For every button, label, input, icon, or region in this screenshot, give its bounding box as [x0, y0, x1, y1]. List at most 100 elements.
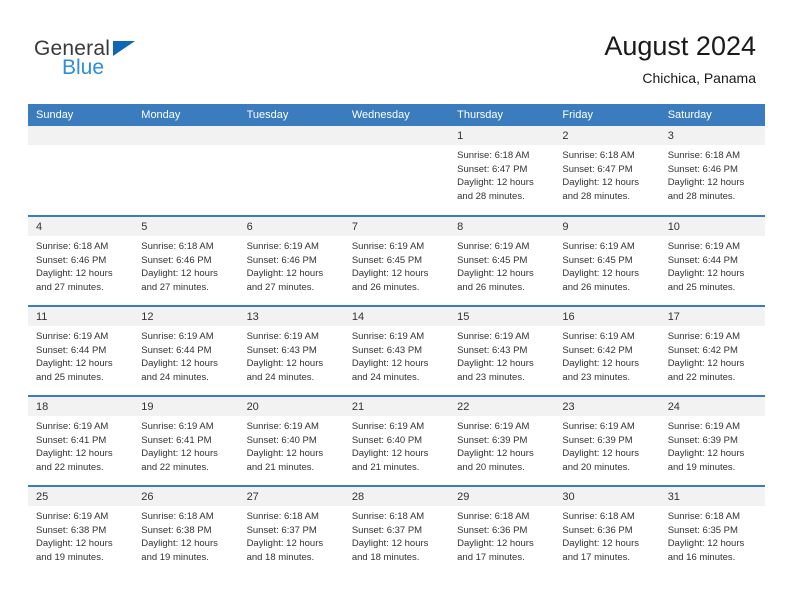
daylight-text-line1: Daylight: 12 hours	[562, 358, 639, 369]
sunset-text: Sunset: 6:41 PM	[36, 434, 107, 446]
daylight-text-line2: and 25 minutes.	[667, 281, 736, 293]
sunrise-text: Sunrise: 6:19 AM	[562, 421, 635, 432]
calendar-day-cell[interactable]: 7 Sunrise: 6:19 AM Sunset: 6:45 PM Daylight…	[343, 215, 450, 306]
calendar-day-cell[interactable]: 14 Sunrise: 6:19 AM Sunset: 6:43 PM Dayligh…	[343, 305, 450, 396]
calendar-day-cell[interactable]: 1 Sunrise: 6:18 AM Sunset: 6:47 PM Daylight…	[449, 126, 555, 216]
calendar-day-cell[interactable]: 20 Sunrise: 6:19 AM Sunset: 6:40 PM Dayligh…	[238, 395, 344, 486]
daylight-text-line1: Daylight: 12 hours	[667, 268, 745, 279]
day-cell-inner: 8 Sunrise: 6:19 AM Sunset: 6:45 PM Daylight…	[449, 217, 555, 305]
calendar-day-cell[interactable]: 28 Sunrise: 6:18 AM Sunset: 6:37 PM Dayligh…	[343, 485, 450, 576]
day-details: Sunrise: 6:19 AM Sunset: 6:45 PM Daylight:…	[554, 236, 659, 294]
day-number: 15	[449, 307, 555, 326]
daylight-text-line1: Daylight: 12 hours	[351, 448, 429, 459]
calendar-day-cell[interactable]: 24 Sunrise: 6:19 AM Sunset: 6:39 PM Dayligh…	[659, 395, 765, 486]
daylight-text-line2: and 22 minutes.	[667, 371, 736, 383]
sunset-text: Sunset: 6:39 PM	[667, 434, 738, 446]
sunrise-text: Sunrise: 6:18 AM	[457, 511, 530, 522]
day-number: 3	[659, 126, 765, 145]
calendar-day-cell[interactable]: 15 Sunrise: 6:19 AM Sunset: 6:43 PM Dayligh…	[449, 305, 555, 396]
day-number: 31	[659, 487, 765, 506]
sunrise-text: Sunrise: 6:19 AM	[351, 421, 425, 432]
weekday-header-thursday: Thursday	[449, 104, 555, 126]
calendar-day-cell[interactable]: 23 Sunrise: 6:19 AM Sunset: 6:39 PM Dayligh…	[554, 395, 660, 486]
calendar-day-cell[interactable]: 13 Sunrise: 6:19 AM Sunset: 6:43 PM Dayligh…	[238, 305, 344, 396]
calendar-day-cell[interactable]: 29 Sunrise: 6:18 AM Sunset: 6:36 PM Dayligh…	[449, 485, 555, 576]
daylight-text-line2: and 19 minutes.	[141, 551, 209, 563]
day-details: Sunrise: 6:18 AM Sunset: 6:46 PM Daylight:…	[28, 236, 133, 294]
calendar-day-cell[interactable]: 8 Sunrise: 6:19 AM Sunset: 6:45 PM Daylight…	[449, 215, 555, 306]
calendar-cell-empty	[28, 126, 134, 216]
daylight-text-line2: and 20 minutes.	[457, 461, 525, 473]
daylight-text-line2: and 22 minutes.	[36, 461, 104, 473]
day-details: Sunrise: 6:18 AM Sunset: 6:47 PM Daylight:…	[449, 145, 554, 203]
sunset-text: Sunset: 6:46 PM	[246, 254, 317, 266]
day-details: Sunrise: 6:18 AM Sunset: 6:36 PM Daylight:…	[554, 506, 659, 564]
day-details: Sunrise: 6:19 AM Sunset: 6:43 PM Daylight:…	[239, 326, 344, 384]
calendar-day-cell[interactable]: 10 Sunrise: 6:19 AM Sunset: 6:44 PM Dayligh…	[659, 215, 765, 306]
calendar-day-cell[interactable]: 19 Sunrise: 6:19 AM Sunset: 6:41 PM Dayligh…	[133, 395, 239, 486]
calendar-day-cell[interactable]: 12 Sunrise: 6:19 AM Sunset: 6:44 PM Dayligh…	[133, 305, 239, 396]
sunset-text: Sunset: 6:37 PM	[246, 524, 317, 536]
day-number	[133, 126, 239, 145]
calendar-header-row: Sunday Monday Tuesday Wednesday Thursday Frid…	[28, 104, 765, 126]
calendar-day-cell[interactable]: 2 Sunrise: 6:18 AM Sunset: 6:47 PM Daylight…	[554, 126, 660, 216]
day-cell-inner: 30 Sunrise: 6:18 AM Sunset: 6:36 PM Dayligh…	[554, 487, 660, 575]
daylight-text-line2: and 26 minutes.	[562, 281, 631, 293]
calendar-day-cell[interactable]: 21 Sunrise: 6:19 AM Sunset: 6:40 PM Dayligh…	[343, 395, 450, 486]
sunset-text: Sunset: 6:38 PM	[36, 524, 107, 536]
day-details: Sunrise: 6:19 AM Sunset: 6:40 PM Daylight:…	[239, 416, 344, 474]
daylight-text-line1: Daylight: 12 hours	[141, 448, 218, 459]
day-cell-inner: 21 Sunrise: 6:19 AM Sunset: 6:40 PM Dayligh…	[343, 397, 450, 485]
day-cell-inner: 15 Sunrise: 6:19 AM Sunset: 6:43 PM Dayligh…	[449, 307, 555, 395]
sunset-text: Sunset: 6:44 PM	[36, 344, 107, 356]
day-details: Sunrise: 6:19 AM Sunset: 6:44 PM Daylight:…	[133, 326, 238, 384]
day-cell-inner: 23 Sunrise: 6:19 AM Sunset: 6:39 PM Dayligh…	[554, 397, 660, 485]
daylight-text-line2: and 26 minutes.	[351, 281, 420, 293]
day-cell-inner: 24 Sunrise: 6:19 AM Sunset: 6:39 PM Dayligh…	[659, 397, 765, 485]
calendar-day-cell[interactable]: 31 Sunrise: 6:18 AM Sunset: 6:35 PM Dayligh…	[659, 485, 765, 576]
calendar-day-cell[interactable]: 17 Sunrise: 6:19 AM Sunset: 6:42 PM Dayligh…	[659, 305, 765, 396]
general-blue-logo[interactable]: General Blue	[34, 38, 214, 90]
sunrise-text: Sunrise: 6:18 AM	[562, 150, 635, 161]
daylight-text-line1: Daylight: 12 hours	[36, 448, 113, 459]
calendar-day-cell[interactable]: 22 Sunrise: 6:19 AM Sunset: 6:39 PM Dayligh…	[449, 395, 555, 486]
calendar-day-cell[interactable]: 25 Sunrise: 6:19 AM Sunset: 6:38 PM Dayligh…	[28, 485, 134, 576]
sunset-text: Sunset: 6:43 PM	[246, 344, 317, 356]
calendar-day-cell[interactable]: 16 Sunrise: 6:19 AM Sunset: 6:42 PM Dayligh…	[554, 305, 660, 396]
calendar-day-cell[interactable]: 9 Sunrise: 6:19 AM Sunset: 6:45 PM Daylight…	[554, 215, 660, 306]
sunrise-text: Sunrise: 6:18 AM	[667, 511, 741, 522]
day-cell-inner	[28, 126, 134, 214]
calendar-day-cell[interactable]: 6 Sunrise: 6:19 AM Sunset: 6:46 PM Daylight…	[238, 215, 344, 306]
day-cell-inner	[238, 126, 344, 214]
day-cell-inner: 1 Sunrise: 6:18 AM Sunset: 6:47 PM Daylight…	[449, 126, 555, 214]
calendar-day-cell[interactable]: 3 Sunrise: 6:18 AM Sunset: 6:46 PM Daylight…	[659, 126, 765, 216]
daylight-text-line2: and 20 minutes.	[562, 461, 631, 473]
daylight-text-line2: and 17 minutes.	[562, 551, 631, 563]
sunset-text: Sunset: 6:40 PM	[246, 434, 317, 446]
daylight-text-line2: and 28 minutes.	[667, 190, 736, 202]
daylight-text-line1: Daylight: 12 hours	[667, 538, 745, 549]
day-cell-inner	[133, 126, 239, 214]
calendar-day-cell[interactable]: 30 Sunrise: 6:18 AM Sunset: 6:36 PM Dayligh…	[554, 485, 660, 576]
calendar-day-cell[interactable]: 11 Sunrise: 6:19 AM Sunset: 6:44 PM Dayligh…	[28, 305, 134, 396]
daylight-text-line1: Daylight: 12 hours	[457, 358, 534, 369]
day-cell-inner: 31 Sunrise: 6:18 AM Sunset: 6:35 PM Dayligh…	[659, 487, 765, 575]
day-details: Sunrise: 6:19 AM Sunset: 6:44 PM Daylight:…	[28, 326, 133, 384]
day-cell-inner: 6 Sunrise: 6:19 AM Sunset: 6:46 PM Daylight…	[238, 217, 344, 305]
calendar-day-cell[interactable]: 4 Sunrise: 6:18 AM Sunset: 6:46 PM Daylight…	[28, 215, 134, 306]
calendar-day-cell[interactable]: 18 Sunrise: 6:19 AM Sunset: 6:41 PM Dayligh…	[28, 395, 134, 486]
calendar-day-cell[interactable]: 26 Sunrise: 6:18 AM Sunset: 6:38 PM Dayligh…	[133, 485, 239, 576]
sunset-text: Sunset: 6:38 PM	[141, 524, 212, 536]
calendar-day-cell[interactable]: 5 Sunrise: 6:18 AM Sunset: 6:46 PM Daylight…	[133, 215, 239, 306]
day-details: Sunrise: 6:18 AM Sunset: 6:46 PM Daylight:…	[133, 236, 238, 294]
logo-triangle-icon	[113, 41, 135, 56]
daylight-text-line1: Daylight: 12 hours	[141, 268, 218, 279]
sunrise-text: Sunrise: 6:19 AM	[562, 331, 635, 342]
calendar-day-cell[interactable]: 27 Sunrise: 6:18 AM Sunset: 6:37 PM Dayligh…	[238, 485, 344, 576]
calendar-grid: Sunday Monday Tuesday Wednesday Thursday Frid…	[28, 104, 765, 576]
day-cell-inner: 2 Sunrise: 6:18 AM Sunset: 6:47 PM Daylight…	[554, 126, 660, 214]
daylight-text-line1: Daylight: 12 hours	[246, 448, 324, 459]
sunrise-text: Sunrise: 6:18 AM	[351, 511, 425, 522]
day-cell-inner: 9 Sunrise: 6:19 AM Sunset: 6:45 PM Daylight…	[554, 217, 660, 305]
day-cell-inner: 12 Sunrise: 6:19 AM Sunset: 6:44 PM Dayligh…	[133, 307, 239, 395]
